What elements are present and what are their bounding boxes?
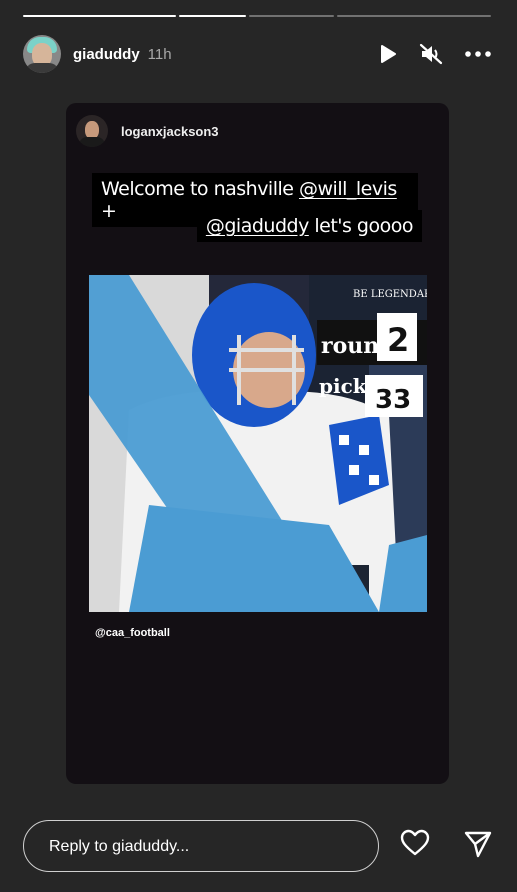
- avatar[interactable]: [23, 35, 61, 73]
- story-progress: [23, 15, 491, 18]
- repost-avatar[interactable]: [76, 115, 108, 147]
- repost-username[interactable]: loganxjackson3: [121, 124, 219, 139]
- progress-segment: [179, 15, 246, 17]
- reply-placeholder: Reply to giaduddy...: [49, 838, 190, 855]
- timestamp: 11h: [147, 45, 172, 63]
- send-icon[interactable]: [463, 829, 493, 864]
- play-icon[interactable]: [379, 44, 397, 64]
- mention-will-levis[interactable]: @will_levis: [299, 178, 397, 200]
- more-options-icon[interactable]: [465, 51, 491, 57]
- progress-segment: [337, 15, 491, 17]
- progress-segment: [23, 15, 176, 17]
- mention-giaduddy[interactable]: @giaduddy: [206, 215, 309, 237]
- reply-input[interactable]: Reply to giaduddy...: [23, 820, 379, 872]
- story-content[interactable]: loganxjackson3 Welcome to nashville @wil…: [66, 103, 449, 784]
- be-legendary-text: BE LEGENDARY: [353, 289, 427, 300]
- pick-value: 33: [375, 385, 411, 415]
- muted-speaker-icon[interactable]: [419, 43, 443, 65]
- story-header: giaduddy 11h: [23, 35, 491, 73]
- pick-label: pick: [319, 374, 368, 398]
- username[interactable]: giaduddy: [73, 46, 140, 63]
- draft-graphic-photo: round 2 pick 33 BE LEGENDARY: [89, 275, 427, 612]
- caption-line-2: @giaduddy let's goooo: [96, 210, 422, 242]
- progress-segment: [249, 15, 334, 17]
- photo-credit[interactable]: @caa_football: [95, 627, 170, 639]
- heart-icon[interactable]: [400, 829, 430, 864]
- repost-header: loganxjackson3: [76, 115, 219, 147]
- round-value: 2: [387, 321, 409, 359]
